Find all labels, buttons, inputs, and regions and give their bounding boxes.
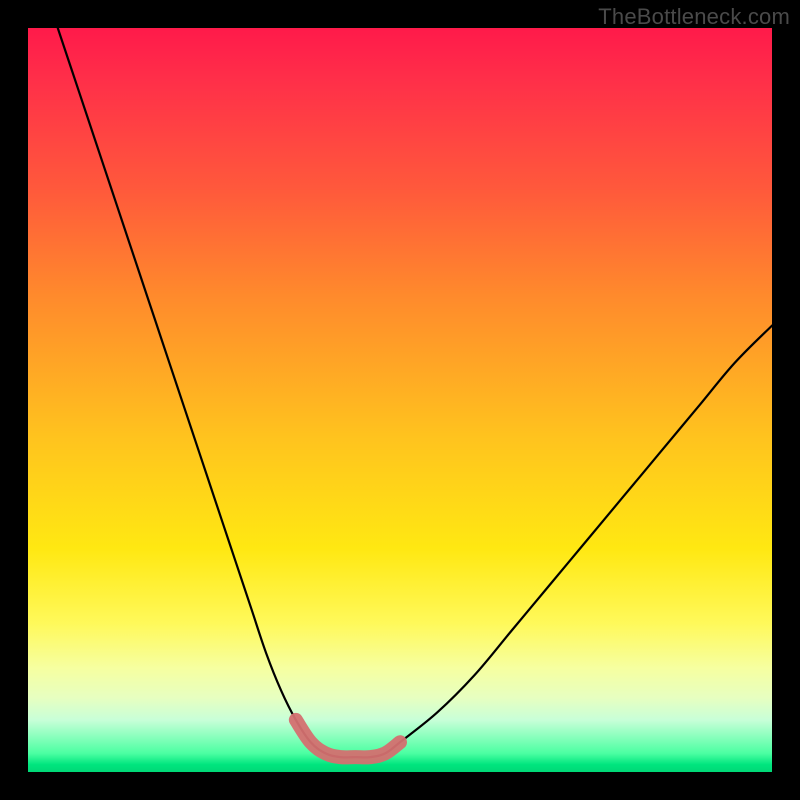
chart-frame: TheBottleneck.com bbox=[0, 0, 800, 800]
plot-area bbox=[28, 28, 772, 772]
bottleneck-curve bbox=[58, 28, 772, 757]
curve-layer bbox=[28, 28, 772, 772]
highlighted-minimum-segment bbox=[296, 720, 400, 757]
watermark-text: TheBottleneck.com bbox=[598, 4, 790, 30]
